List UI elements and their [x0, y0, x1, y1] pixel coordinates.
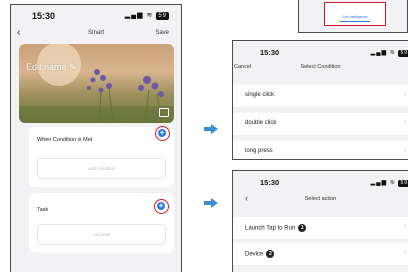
battery-icon: 59 [398, 180, 408, 187]
condition-label: When Condition is Met [37, 137, 93, 143]
condition-card: When Condition is Met Add condition [29, 127, 174, 187]
camera-icon[interactable] [159, 108, 169, 117]
add-task-button[interactable]: Add task [37, 224, 166, 245]
task-card: Task Add task [29, 193, 174, 253]
option-label: single click [245, 92, 275, 98]
select-action-screen: 15:30 ▂▄▆ ≋ 59 ‹ Select action Launch Ta… [232, 170, 408, 272]
pencil-icon: ✎ [69, 62, 77, 72]
option-label: Launch Tap to Run 1 [245, 224, 307, 232]
add-intelligence-highlight: Add Intelligence [324, 2, 386, 26]
nav-bar: ‹ Select action [233, 193, 408, 207]
condition-plus-highlight: + [155, 126, 170, 141]
status-time: 15:30 [32, 11, 56, 21]
task-plus-highlight: + [154, 199, 169, 214]
add-condition-button[interactable]: Add condition [37, 158, 166, 179]
condition-option-single-click[interactable]: single click › [233, 85, 408, 108]
chevron-right-icon: › [403, 91, 406, 98]
page-title: Select Condition [300, 64, 341, 70]
scene-banner-image[interactable]: Edit name ✎ [19, 44, 174, 123]
wifi-icon: ≋ [389, 50, 396, 56]
select-condition-screen: 15:30 ▂▄▆ ≋ 59 Cancel Select Condition s… [232, 40, 408, 160]
edit-name-label[interactable]: Edit name ✎ [26, 62, 77, 73]
battery-icon: 59 [398, 50, 408, 57]
wifi-icon: ≋ [146, 12, 154, 19]
page-title: Select action [304, 196, 337, 202]
chevron-right-icon: › [403, 119, 406, 126]
option-label: double click [245, 120, 277, 126]
chevron-right-icon: › [403, 147, 406, 154]
add-condition-plus-icon[interactable]: + [158, 129, 166, 137]
option-label: Device 2 [245, 250, 275, 258]
save-button[interactable]: Save [155, 30, 169, 36]
number-badge: 1 [298, 224, 307, 232]
status-icons: ▂▄▆ ≋ 59 [371, 179, 408, 187]
status-time: 15:30 [260, 48, 280, 57]
add-intelligence-link[interactable]: Add Intelligence [325, 15, 385, 19]
flower-field-image [19, 44, 174, 123]
status-icons: ▂▄▆ ≋ 59 [371, 49, 408, 57]
condition-option-long-press[interactable]: long press › [233, 141, 408, 159]
status-bar: 15:30 ▂▄▆ ≋ 59 [11, 5, 181, 23]
option-label: long press [245, 148, 273, 154]
smart-scene-screen: 15:30 ▂▄▆ ≋ 59 ‹ Smart Save Edit name ✎ … [10, 4, 182, 272]
action-option-device[interactable]: Device 2 › [233, 243, 408, 266]
wifi-icon: ≋ [389, 180, 396, 186]
status-icons: ▂▄▆ ≋ 59 [125, 11, 169, 20]
signal-icon: ▂▄▆ [370, 180, 388, 186]
signal-icon: ▂▄▆ [370, 50, 388, 56]
action-option-launch-tap-to-run[interactable]: Launch Tap to Run 1 › [233, 217, 408, 240]
nav-bar: Cancel Select Condition [233, 63, 408, 75]
battery-icon: 59 [156, 12, 169, 20]
chevron-right-icon: › [403, 223, 406, 230]
status-time: 15:30 [260, 178, 280, 187]
arrow-right-icon [204, 198, 218, 208]
chevron-right-icon: › [403, 249, 406, 256]
nav-bar: ‹ Smart Save [11, 27, 181, 41]
add-intelligence-panel: Add Intelligence [298, 0, 408, 33]
number-badge: 2 [266, 250, 275, 258]
tab-underline [340, 21, 370, 22]
condition-option-double-click[interactable]: double click › [233, 113, 408, 136]
arrow-right-icon [204, 124, 218, 134]
task-label: Task [37, 207, 49, 213]
add-task-plus-icon[interactable]: + [157, 202, 165, 210]
signal-icon: ▂▄▆ [124, 12, 144, 19]
